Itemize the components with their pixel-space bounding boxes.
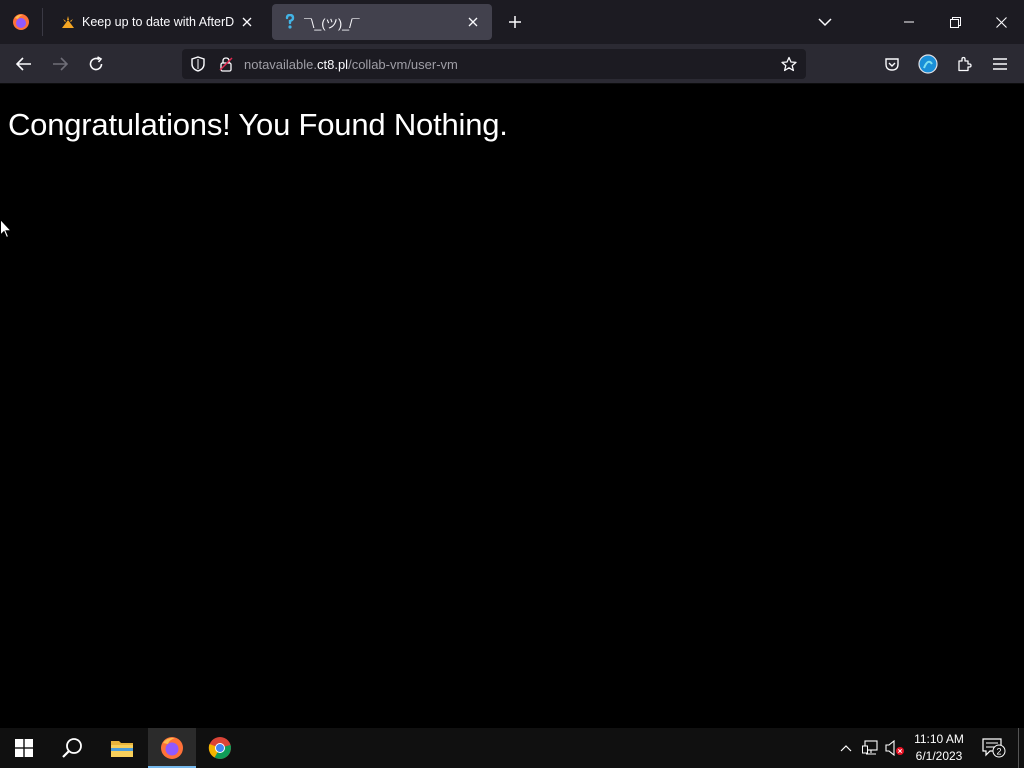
pocket-button[interactable] (878, 50, 906, 78)
minimize-button[interactable] (886, 0, 932, 44)
reload-button[interactable] (82, 50, 110, 78)
firefox-logo-icon (161, 737, 183, 759)
tab-shrug[interactable]: ¯\_(ツ)_/¯ (272, 4, 492, 40)
tab-separator (42, 8, 43, 36)
volume-tray-button[interactable] (884, 728, 906, 768)
navigation-toolbar: notavailable.ct8.pl/collab-vm/user-vm (0, 44, 1024, 84)
bookmark-star-icon[interactable] (778, 53, 800, 75)
start-button[interactable] (0, 728, 48, 768)
back-button[interactable] (10, 50, 38, 78)
address-bar[interactable]: notavailable.ct8.pl/collab-vm/user-vm (182, 49, 806, 79)
network-tray-button[interactable] (860, 728, 882, 768)
page-heading: Congratulations! You Found Nothing. (8, 107, 508, 142)
file-explorer-button[interactable] (98, 728, 146, 768)
firefox-view-button[interactable] (0, 0, 42, 44)
extensions-button[interactable] (950, 50, 978, 78)
taskbar: 11:10 AM 6/1/2023 2 (0, 728, 1024, 768)
chevron-down-icon (818, 18, 832, 27)
show-hidden-icons-button[interactable] (836, 728, 856, 768)
url-text[interactable]: notavailable.ct8.pl/collab-vm/user-vm (244, 57, 458, 72)
notification-count: 2 (996, 747, 1001, 757)
forward-button[interactable] (46, 50, 74, 78)
close-tab-icon[interactable] (238, 13, 256, 31)
url-path: /collab-vm/user-vm (348, 57, 458, 72)
notification-icon: 2 (982, 738, 1006, 758)
arrow-right-icon (53, 57, 68, 71)
windows-logo-icon (15, 739, 33, 757)
chevron-up-icon (840, 745, 852, 752)
taskbar-clock[interactable]: 11:10 AM 6/1/2023 (908, 731, 970, 765)
reload-icon (89, 56, 103, 71)
action-center-button[interactable]: 2 (978, 728, 1010, 768)
list-all-tabs-button[interactable] (812, 10, 838, 34)
volume-muted-icon (885, 740, 904, 756)
close-tab-icon[interactable] (464, 13, 482, 31)
folder-icon (111, 741, 133, 757)
insecure-lock-icon[interactable] (215, 53, 237, 75)
tab-title: Keep up to date with AfterDawn (82, 15, 234, 29)
arrow-left-icon (16, 57, 31, 71)
network-icon (862, 740, 878, 755)
clock-time: 11:10 AM (914, 732, 964, 746)
search-button[interactable] (48, 728, 96, 768)
tab-title: ¯\_(ツ)_/¯ (304, 16, 360, 31)
restore-icon (949, 16, 961, 28)
firefox-taskbar-button[interactable] (148, 728, 196, 768)
puzzle-piece-icon (958, 56, 972, 72)
search-icon (62, 738, 82, 758)
close-icon (995, 16, 1007, 28)
plus-icon (509, 16, 521, 28)
tab-strip: Keep up to date with AfterDawn ¯\_(ツ)_/¯ (0, 0, 1024, 44)
chrome-taskbar-button[interactable] (196, 728, 244, 768)
tracking-protection-shield-icon[interactable] (187, 53, 209, 75)
close-window-button[interactable] (978, 0, 1024, 44)
restore-button[interactable] (932, 0, 978, 44)
app-menu-button[interactable] (986, 50, 1014, 78)
shrug-emoji-icon (282, 14, 298, 30)
clock-date: 6/1/2023 (915, 749, 963, 763)
show-desktop-button[interactable] (1018, 728, 1019, 768)
page-content: Congratulations! You Found Nothing. (0, 85, 1024, 728)
mouse-cursor-icon (0, 219, 12, 239)
hamburger-menu-icon (993, 58, 1007, 70)
url-prefix: notavailable. (244, 57, 317, 72)
tab-afterdawn[interactable]: Keep up to date with AfterDawn (50, 4, 266, 40)
firefox-logo-icon (13, 14, 29, 30)
url-domain: ct8.pl (317, 57, 349, 72)
pocket-icon (885, 58, 899, 71)
afterdawn-icon (60, 14, 76, 30)
minimize-icon (904, 21, 914, 23)
chrome-logo-icon (208, 737, 231, 759)
account-avatar-icon (918, 54, 938, 74)
account-button[interactable] (914, 50, 942, 78)
new-tab-button[interactable] (502, 10, 528, 34)
